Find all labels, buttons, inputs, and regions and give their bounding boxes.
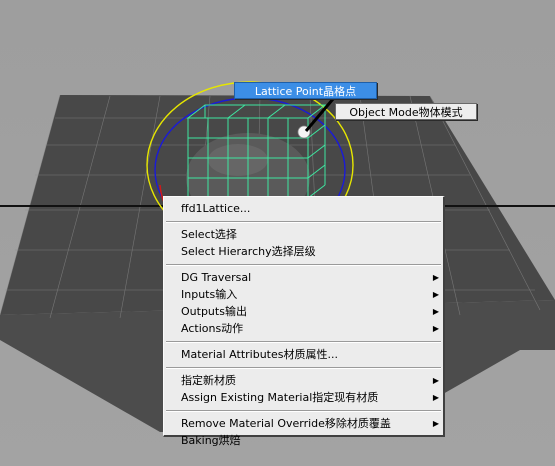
chevron-right-icon: ▶ (432, 376, 439, 385)
menu-item-label: Select选择 (181, 228, 237, 241)
menu-item-remove-material-override[interactable]: Remove Material Override移除材质覆盖 ▶ (164, 415, 443, 432)
menu-separator (166, 221, 441, 223)
chevron-right-icon: ▶ (432, 307, 439, 316)
menu-separator (166, 367, 441, 369)
menu-item-assign-existing-material[interactable]: Assign Existing Material指定现有材质 ▶ (164, 389, 443, 406)
menu-item-dg-traversal[interactable]: DG Traversal ▶ (164, 269, 443, 286)
menu-item-label: Actions动作 (181, 322, 244, 335)
context-menu: ffd1Lattice... Select选择 Select Hierarchy… (163, 196, 445, 447)
chevron-right-icon: ▶ (432, 290, 439, 299)
menu-item-baking[interactable]: Baking烘焙 (164, 432, 443, 449)
menu-item-actions[interactable]: Actions动作 ▶ (164, 320, 443, 337)
chevron-right-icon: ▶ (432, 419, 439, 428)
chevron-right-icon: ▶ (432, 393, 439, 402)
menu-separator (166, 410, 441, 412)
menu-item-label: Remove Material Override移除材质覆盖 (181, 417, 391, 430)
lattice-point-mode-item[interactable]: Lattice Point晶格点 (234, 82, 377, 99)
menu-item-material-attributes[interactable]: Material Attributes材质属性... (164, 346, 443, 363)
menu-item-label: 指定新材质 (181, 374, 236, 387)
menu-item-lattice[interactable]: ffd1Lattice... (164, 200, 443, 217)
menu-item-label: ffd1Lattice... (181, 202, 251, 215)
menu-item-select[interactable]: Select选择 (164, 226, 443, 243)
menu-item-label: Select Hierarchy选择层级 (181, 245, 316, 258)
menu-item-assign-new-material[interactable]: 指定新材质 ▶ (164, 372, 443, 389)
menu-separator (166, 264, 441, 266)
menu-item-label: Material Attributes材质属性... (181, 348, 338, 361)
menu-item-label: Inputs输入 (181, 288, 238, 301)
chevron-right-icon: ▶ (432, 324, 439, 333)
object-mode-item[interactable]: Object Mode物体模式 (335, 103, 477, 120)
chevron-right-icon: ▶ (432, 273, 439, 282)
menu-item-label: Assign Existing Material指定现有材质 (181, 391, 379, 404)
menu-item-label: Outputs输出 (181, 305, 247, 318)
menu-item-label: DG Traversal (181, 271, 252, 284)
menu-separator (166, 341, 441, 343)
menu-item-label: Baking烘焙 (181, 434, 241, 447)
menu-item-select-hierarchy[interactable]: Select Hierarchy选择层级 (164, 243, 443, 260)
menu-item-inputs[interactable]: Inputs输入 ▶ (164, 286, 443, 303)
menu-item-outputs[interactable]: Outputs输出 ▶ (164, 303, 443, 320)
